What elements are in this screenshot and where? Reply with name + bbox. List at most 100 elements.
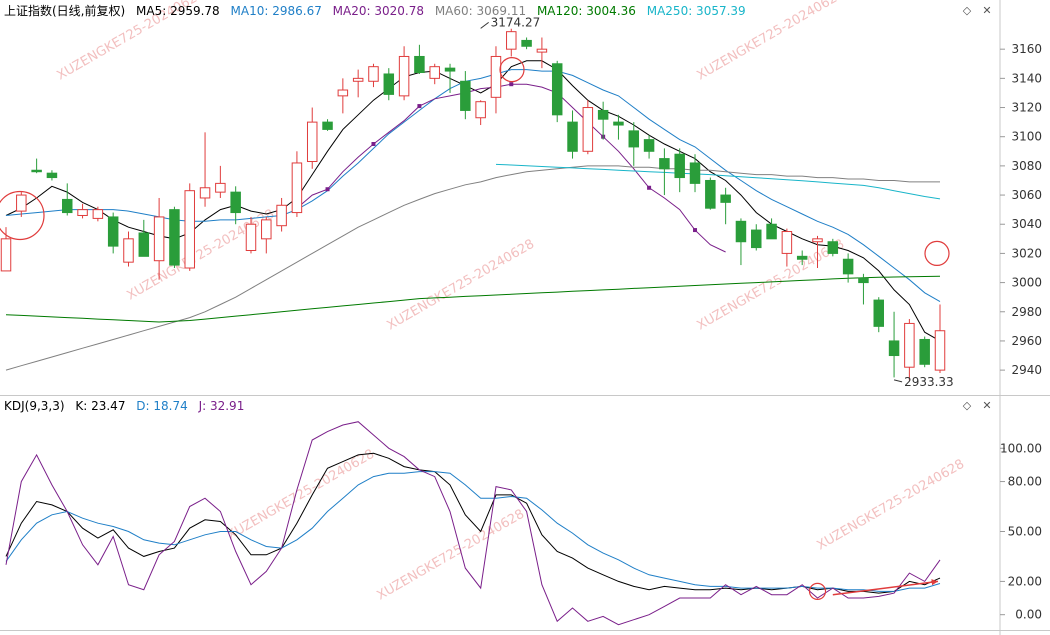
y-tick-label: 3120 <box>1011 101 1042 115</box>
y-tick-label: 3040 <box>1011 217 1042 231</box>
candle-body <box>61 198 73 214</box>
candle <box>138 219 150 257</box>
candle <box>858 273 869 305</box>
price-chart: XUZENGKE725-20240628XUZENGKE725-20240628… <box>0 0 1050 635</box>
candle <box>61 183 73 216</box>
candle <box>123 231 134 267</box>
candle-body <box>842 258 854 275</box>
candle <box>215 165 226 198</box>
candle <box>169 206 180 268</box>
candle-body <box>352 77 364 82</box>
candle <box>199 132 211 207</box>
ma250-label: MA250: 3057.39 <box>646 4 746 18</box>
candle-body <box>322 121 333 130</box>
ma20-marker <box>417 104 422 109</box>
candle-body <box>475 101 486 119</box>
candle <box>107 212 119 254</box>
candle-body <box>337 89 349 97</box>
watermark-layer: XUZENGKE725-20240628XUZENGKE725-20240628… <box>55 0 968 603</box>
candle-body <box>643 139 655 152</box>
ma20-label: MA20: 3020.78 <box>332 4 424 18</box>
candle <box>705 177 716 210</box>
ma5-label: MA5: 2959.78 <box>136 4 220 18</box>
candle <box>720 187 731 225</box>
candle <box>506 28 517 57</box>
close-icon[interactable]: ✕ <box>980 4 994 18</box>
price-chart-header: 上证指数(日线,前复权) MA5: 2959.78 MA10: 2986.67 … <box>4 2 753 20</box>
candle <box>751 224 762 251</box>
candle-body <box>567 121 578 152</box>
candle <box>674 148 685 193</box>
candle <box>276 197 287 232</box>
candle-body <box>796 255 808 260</box>
candle-body <box>766 223 777 240</box>
chart-window: XUZENGKE725-20240628 XUZENGKE725-20240628… <box>0 0 1050 635</box>
kdj-y-tick-label: 0.00 <box>1015 608 1042 622</box>
candle-body <box>521 39 532 47</box>
y-tick-label: 3140 <box>1011 71 1042 85</box>
j-label: J: 32.91 <box>198 399 245 413</box>
candle-body <box>276 204 287 227</box>
highlight-circle <box>808 582 827 600</box>
kdj-title: KDJ(9,3,3) <box>4 399 65 413</box>
kdj-line-k <box>5 452 941 594</box>
annotation-label: 2933.33 <box>904 375 954 389</box>
ma10-label: MA10: 2986.67 <box>230 4 322 18</box>
y-tick-label: 2980 <box>1011 305 1042 319</box>
y-tick-label: 3000 <box>1011 276 1042 290</box>
candle-body <box>199 187 211 199</box>
candle <box>689 154 701 193</box>
candle <box>536 37 548 69</box>
candle-body <box>735 220 747 243</box>
watermark-text: XUZENGKE725-20240628 <box>815 457 968 554</box>
watermark-text: XUZENGKE725-20240628 <box>375 507 528 604</box>
candle <box>0 227 12 272</box>
candle-body <box>551 63 563 116</box>
candle <box>490 46 502 114</box>
watermark-text: XUZENGKE725-20240628 <box>695 237 848 334</box>
candle <box>184 183 195 271</box>
close-icon[interactable]: ✕ <box>980 399 994 413</box>
candle-body <box>888 340 900 357</box>
chart-title: 上证指数(日线,前复权) <box>4 4 126 18</box>
candle-body <box>230 191 241 214</box>
annotation-pointer <box>480 21 489 29</box>
candle-body <box>873 299 885 327</box>
candle <box>934 304 946 374</box>
candle-body <box>398 55 410 97</box>
candle-body <box>215 182 226 193</box>
diamond-icon[interactable]: ◇ <box>960 399 974 413</box>
candle <box>261 216 272 254</box>
diamond-icon[interactable]: ◇ <box>960 4 974 18</box>
ma20-marker <box>371 142 376 146</box>
candle <box>475 100 486 126</box>
candle <box>582 100 594 155</box>
candle <box>643 135 655 159</box>
kdj-header: KDJ(9,3,3) K: 23.47 D: 18.74 J: 32.91 <box>4 397 251 415</box>
candle-body <box>291 162 303 214</box>
y-tick-label: 2940 <box>1011 363 1042 377</box>
candle <box>337 78 349 114</box>
y-tick-label: 2960 <box>1011 334 1042 348</box>
ma120-label: MA120: 3004.36 <box>536 4 636 18</box>
candle <box>781 228 793 267</box>
highlight-circle <box>924 240 950 267</box>
kdj-y-tick-label: 80.00 <box>1008 475 1042 489</box>
candle <box>659 148 670 196</box>
candle-body <box>138 232 150 257</box>
candle <box>398 46 410 101</box>
candle-body <box>597 109 609 120</box>
watermark-text: XUZENGKE725-20240628 <box>225 447 378 544</box>
candle <box>551 60 563 123</box>
candle-body <box>414 55 425 74</box>
candle <box>46 170 58 181</box>
candle-body <box>169 209 180 266</box>
candle <box>352 69 364 98</box>
d-label: D: 18.74 <box>136 399 188 413</box>
k-label: K: 23.47 <box>75 399 126 413</box>
candle-body <box>659 158 670 170</box>
candle-body <box>812 238 823 243</box>
candle <box>306 107 318 169</box>
candle-body <box>582 107 594 152</box>
y-tick-label: 3100 <box>1011 130 1042 144</box>
